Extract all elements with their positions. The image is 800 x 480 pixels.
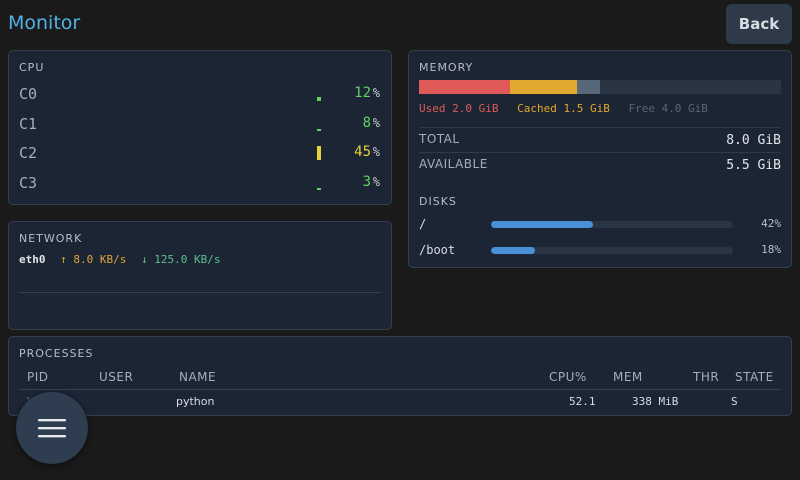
cpu-core-bar	[317, 97, 321, 101]
column-threads[interactable]: THR	[693, 370, 719, 384]
cpu-core-bar	[317, 129, 321, 131]
network-graph-baseline	[19, 292, 381, 293]
disk-usage-track	[491, 221, 733, 228]
cpu-core-unit: %	[372, 86, 380, 100]
memory-other-segment	[577, 80, 600, 94]
memory-usage-bar	[419, 80, 781, 94]
network-upload-rate: ↑ 8.0 KB/s	[60, 253, 127, 266]
cpu-core-row: C2 45 %	[9, 144, 391, 164]
memory-title: MEMORY	[419, 61, 474, 74]
processes-panel: PROCESSES PID USER NAME CPU% MEM THR STA…	[8, 336, 792, 416]
memory-used-segment	[419, 80, 510, 94]
network-title: NETWORK	[19, 232, 83, 245]
disk-percent: 18%	[761, 243, 781, 256]
column-cpu[interactable]: CPU%	[549, 370, 587, 384]
process-mem: 338 MiB	[632, 395, 679, 408]
cpu-core-value: 3	[362, 174, 371, 190]
disks-title: DISKS	[419, 195, 457, 208]
back-button[interactable]: Back	[726, 4, 792, 44]
processes-title: PROCESSES	[19, 347, 94, 360]
menu-icon	[38, 419, 66, 438]
cpu-core-row: C0 12 %	[9, 85, 391, 105]
cpu-core-value: 45	[354, 144, 371, 160]
memory-total-label: TOTAL	[419, 132, 460, 146]
network-panel: NETWORK eth0 ↑ 8.0 KB/s ↓ 125.0 KB/s	[8, 221, 392, 330]
processes-table-header: PID USER NAME CPU% MEM THR STATE	[19, 370, 781, 390]
cpu-core-label: C1	[19, 115, 38, 133]
memory-legend: Used 2.0 GiB Cached 1.5 GiB Free 4.0 GiB	[419, 102, 720, 115]
cpu-core-row: C3 3 %	[9, 174, 391, 194]
process-state: S	[731, 395, 738, 408]
cpu-panel: CPU C0 12 % C1 8 % C2 45 % C3 3 %	[8, 50, 392, 205]
cpu-core-label: C2	[19, 144, 38, 162]
network-stats: eth0 ↑ 8.0 KB/s ↓ 125.0 KB/s	[19, 253, 220, 266]
memory-cached-label: Cached 1.5 GiB	[517, 102, 610, 115]
menu-button[interactable]	[16, 392, 88, 464]
cpu-core-value: 8	[362, 115, 371, 131]
cpu-core-row: C1 8 %	[9, 115, 391, 135]
cpu-core-bar	[317, 188, 321, 190]
cpu-core-value: 12	[354, 85, 371, 101]
memory-free-label: Free 4.0 GiB	[628, 102, 708, 115]
cpu-core-unit: %	[372, 116, 380, 130]
memory-total-row: TOTAL 8.0 GiB	[419, 127, 781, 151]
network-download-rate: ↓ 125.0 KB/s	[140, 253, 221, 266]
page-title: Monitor	[8, 12, 81, 34]
table-row[interactable]: 1234 python 52.1 338 MiB S	[19, 395, 781, 413]
process-name: python	[176, 395, 215, 408]
disk-percent: 42%	[761, 217, 781, 230]
memory-used-label: Used 2.0 GiB	[419, 102, 499, 115]
cpu-core-unit: %	[372, 175, 380, 189]
disk-mount: /	[419, 217, 427, 231]
cpu-title: CPU	[19, 61, 45, 74]
memory-available-label: AVAILABLE	[419, 157, 488, 171]
disk-usage-track	[491, 247, 733, 254]
column-pid[interactable]: PID	[27, 370, 49, 384]
cpu-core-bar	[317, 146, 321, 160]
disk-usage-fill	[491, 247, 535, 254]
disk-mount: /boot	[419, 243, 456, 257]
column-mem[interactable]: MEM	[613, 370, 643, 384]
memory-total-value: 8.0 GiB	[726, 133, 781, 148]
column-state[interactable]: STATE	[735, 370, 774, 384]
column-name[interactable]: NAME	[179, 370, 216, 384]
disk-usage-fill	[491, 221, 593, 228]
disk-row: /boot 18%	[419, 243, 781, 259]
disk-row: / 42%	[419, 217, 781, 233]
process-cpu: 52.1	[569, 395, 596, 408]
memory-available-row: AVAILABLE 5.5 GiB	[419, 152, 781, 176]
memory-panel: MEMORY Used 2.0 GiB Cached 1.5 GiB Free …	[408, 50, 792, 268]
cpu-core-label: C0	[19, 85, 38, 103]
network-interface: eth0	[19, 253, 46, 266]
memory-available-value: 5.5 GiB	[726, 158, 781, 173]
cpu-core-label: C3	[19, 174, 38, 192]
memory-cached-segment	[509, 80, 578, 94]
column-user[interactable]: USER	[99, 370, 133, 384]
cpu-core-unit: %	[372, 145, 380, 159]
